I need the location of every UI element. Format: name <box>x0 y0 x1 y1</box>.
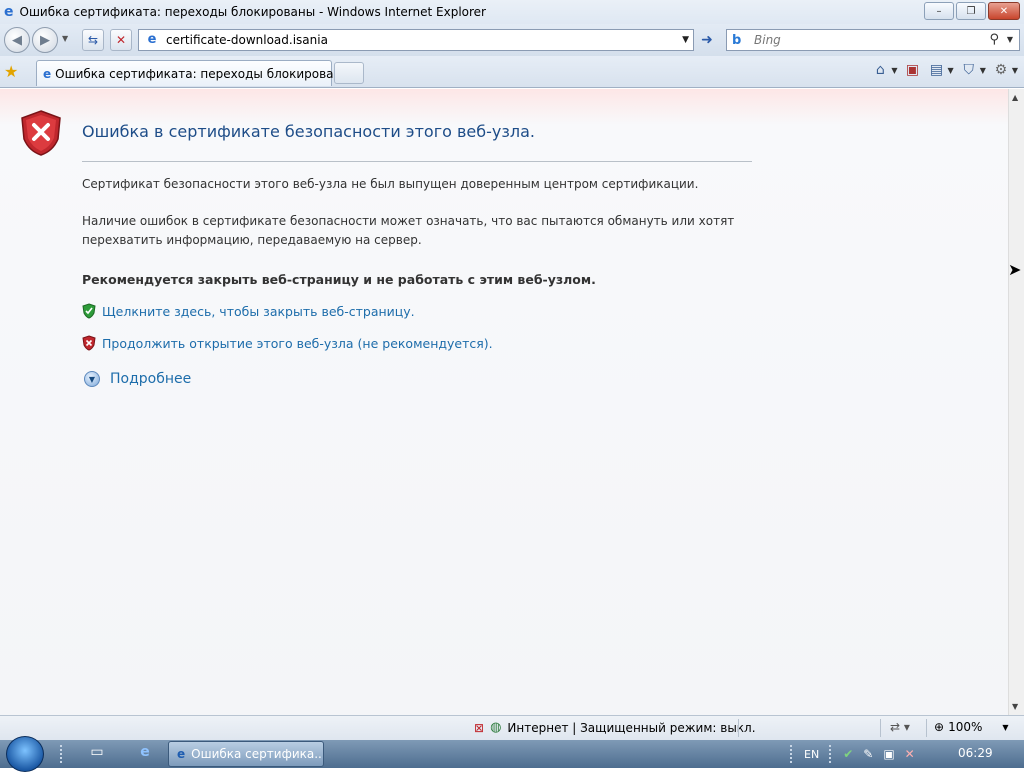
red-shield-icon <box>82 335 96 351</box>
ie-tab-icon: e <box>43 66 52 81</box>
status-divider <box>926 719 927 737</box>
volume-muted-icon[interactable]: ✕ <box>905 747 915 761</box>
search-placeholder[interactable]: Bing <box>754 33 781 47</box>
address-dropdown-icon[interactable]: ▼ <box>682 35 689 45</box>
refresh-button[interactable]: ⇆ <box>82 29 104 51</box>
zoom-control[interactable]: ⊕ 100% ▼ <box>934 720 1009 734</box>
green-shield-icon <box>82 303 96 319</box>
expand-chevron-icon[interactable]: ▼ <box>84 371 100 387</box>
go-button[interactable]: ➜ <box>696 29 718 51</box>
taskbar-grip <box>60 745 64 763</box>
tab-label: Ошибка сертификата: переходы блокированы <box>55 66 351 81</box>
clock[interactable]: 06:29 <box>958 746 993 760</box>
start-button[interactable] <box>6 736 44 772</box>
forward-button[interactable]: ▶ <box>32 27 58 53</box>
status-divider <box>880 719 881 737</box>
tray-grip <box>829 745 833 763</box>
search-icon[interactable]: ⚲ <box>989 32 999 47</box>
more-information-label[interactable]: Подробнее <box>110 371 191 387</box>
address-url[interactable]: certificate-download.isania <box>166 33 328 47</box>
page-dropdown-icon[interactable]: ▼ <box>948 66 954 75</box>
maximize-button[interactable]: ❐ <box>956 2 986 20</box>
tools-gear-icon[interactable]: ⚙ <box>992 62 1010 78</box>
blocked-content-icon[interactable]: ⊠ <box>474 721 484 735</box>
window-title: Ошибка сертификата: переходы блокированы… <box>19 5 486 19</box>
window-controls: – ❐ ✕ <box>924 2 1020 20</box>
back-button[interactable]: ◀ <box>4 27 30 53</box>
stop-button[interactable]: ✕ <box>110 29 132 51</box>
navigation-bar: ◀ ▶ ▼ ⇆ ✕ e certificate-download.isania … <box>0 24 1024 56</box>
task-label: Ошибка сертифика... <box>191 747 323 761</box>
tools-dropdown-icon[interactable]: ▼ <box>1012 66 1018 75</box>
vertical-scrollbar[interactable]: ▲ ▼ <box>1008 89 1024 715</box>
cert-issuer-message: Сертификат безопасности этого веб-узла н… <box>82 177 699 191</box>
status-divider <box>738 719 739 737</box>
explorer-folder-icon[interactable]: ▭ <box>86 744 108 764</box>
globe-icon: ◍ <box>490 720 502 735</box>
cert-risk-message: Наличие ошибок в сертификате безопасност… <box>82 214 735 247</box>
bing-logo-icon: b <box>732 32 742 48</box>
security-zone[interactable]: ⊠ ◍ Интернет | Защищенный режим: выкл. <box>474 720 756 735</box>
favorites-star-icon[interactable]: ★ <box>4 62 18 81</box>
system-tray: EN ✔ ✎ ▣ ✕ <box>790 740 915 768</box>
network-icon[interactable]: ▣ <box>883 747 894 761</box>
protected-mode-icon[interactable]: ⇄ ▾ <box>890 720 910 734</box>
search-box[interactable]: b Bing ⚲ ▼ <box>726 29 1020 51</box>
mouse-pointer-icon: ➤ <box>1008 260 1022 279</box>
status-bar: ⊠ ◍ Интернет | Защищенный режим: выкл. ⇄… <box>0 715 1024 740</box>
page-menu-icon[interactable]: ▤ <box>928 62 946 78</box>
page-content: Ошибка в сертификате безопасности этого … <box>0 89 1008 715</box>
new-tab-button[interactable] <box>334 62 364 84</box>
minimize-button[interactable]: – <box>924 2 954 20</box>
ie-quicklaunch-icon[interactable]: e <box>134 744 156 764</box>
continue-to-site-link[interactable]: Продолжить открытие этого веб-узла (не р… <box>82 335 493 351</box>
tray-tool-icon[interactable]: ✎ <box>863 747 873 761</box>
ie-page-icon: e <box>147 32 157 47</box>
refresh-icon: ⇆ <box>87 33 99 47</box>
home-icon[interactable]: ⌂ <box>871 62 889 78</box>
home-dropdown-icon[interactable]: ▼ <box>891 66 897 75</box>
close-window-button[interactable]: ✕ <box>988 2 1020 20</box>
zone-text: Интернет | Защищенный режим: выкл. <box>507 720 756 735</box>
continue-link-text[interactable]: Продолжить открытие этого веб-узла (не р… <box>102 336 493 351</box>
stop-icon: ✕ <box>115 33 127 47</box>
title-bar: e Ошибка сертификата: переходы блокирова… <box>0 0 1024 24</box>
close-page-link-text[interactable]: Щелкните здесь, чтобы закрыть веб-страни… <box>102 304 415 319</box>
recommendation-text: Рекомендуется закрыть веб-страницу и не … <box>82 272 596 287</box>
more-information-toggle[interactable]: ▼ Подробнее <box>84 371 191 387</box>
scroll-down-icon[interactable]: ▼ <box>1012 702 1018 711</box>
language-indicator[interactable]: EN <box>804 748 819 761</box>
ie-logo-icon: e <box>4 4 14 20</box>
address-bar[interactable]: e certificate-download.isania ▼ <box>138 29 694 51</box>
tray-grip <box>790 745 794 763</box>
go-arrow-icon: ➜ <box>701 32 713 48</box>
taskbar-ie-window-button[interactable]: e Ошибка сертифика... <box>168 741 324 767</box>
page-title: Ошибка в сертификате безопасности этого … <box>82 122 535 141</box>
zoom-icon: ⊕ <box>934 720 945 734</box>
feeds-icon[interactable]: ▣ <box>904 62 922 78</box>
zoom-level[interactable]: 100% <box>948 720 982 734</box>
back-arrow-icon: ◀ <box>12 32 22 48</box>
search-options-dropdown-icon[interactable]: ▼ <box>1007 35 1013 44</box>
taskbar: ▭ e e Ошибка сертифика... EN ✔ ✎ ▣ ✕ 06:… <box>0 736 1024 772</box>
security-center-icon[interactable]: ✔ <box>843 747 853 761</box>
divider <box>82 161 752 162</box>
tab-bar: ★ e Ошибка сертификата: переходы блокиро… <box>0 56 1024 88</box>
ie-task-icon: e <box>177 747 186 761</box>
safety-shield-icon[interactable]: ⛉ <box>960 62 978 78</box>
forward-arrow-icon: ▶ <box>40 32 50 48</box>
safety-dropdown-icon[interactable]: ▼ <box>980 66 986 75</box>
ie-window: e Ошибка сертификата: переходы блокирова… <box>0 0 1024 740</box>
recent-pages-dropdown[interactable]: ▼ <box>62 34 68 43</box>
tab-active[interactable]: e Ошибка сертификата: переходы блокирова… <box>36 60 351 86</box>
error-shield-icon <box>21 110 61 156</box>
zoom-dropdown-icon[interactable]: ▼ <box>1002 723 1008 732</box>
scroll-up-icon[interactable]: ▲ <box>1012 93 1018 102</box>
command-bar: ⌂ ▼ ▣ ▤ ▼ ⛉ ▼ ⚙ ▼ <box>871 62 1018 78</box>
close-page-link[interactable]: Щелкните здесь, чтобы закрыть веб-страни… <box>82 303 415 319</box>
